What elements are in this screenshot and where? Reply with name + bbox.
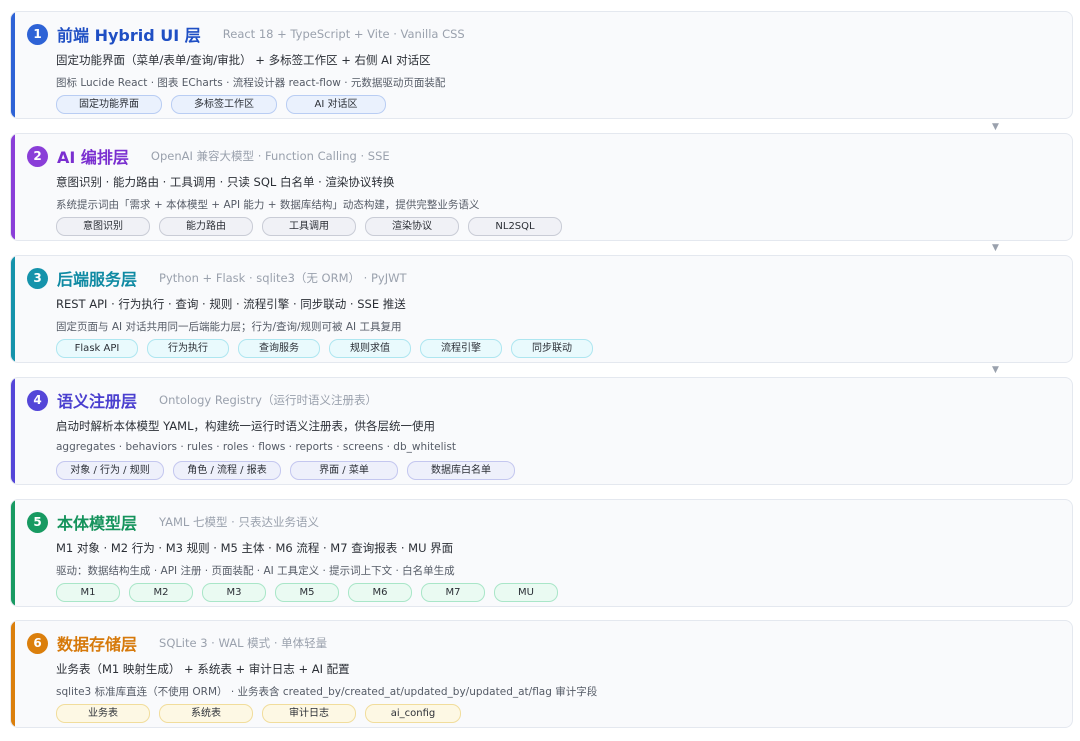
layer-number-badge: 2 [27, 145, 48, 167]
layer-title: 数据存储层 [57, 635, 138, 654]
layer-tag: 流程引擎 [420, 339, 502, 358]
layer-tag: 意图识别 [56, 217, 150, 236]
layer-title: 本体模型层 [57, 514, 138, 533]
layer-data-storage: 6 数据存储层 SQLite 3 · WAL 模式 · 单体轻量 业务表（M1 … [10, 620, 1073, 728]
layer-tag: M7 [421, 583, 485, 602]
layer-tag: 业务表 [56, 704, 150, 723]
layer-title: 前端 Hybrid UI 层 [57, 26, 201, 45]
layer-tag: 数据库白名单 [407, 461, 515, 480]
layer-tag: 固定功能界面 [56, 95, 162, 114]
layer-tag: 审计日志 [262, 704, 356, 723]
layer-tech-stack: Ontology Registry（运行时语义注册表） [159, 393, 377, 407]
layer-header: 6 数据存储层 SQLite 3 · WAL 模式 · 单体轻量 [27, 631, 327, 655]
layer-number-badge: 1 [27, 23, 48, 45]
layer-ai-orchestration: 2 AI 编排层 OpenAI 兼容大模型 · Function Calling… [10, 133, 1073, 241]
layer-details: 固定页面与 AI 对话共用同一后端能力层；行为/查询/规则可被 AI 工具复用 [56, 321, 402, 333]
layer-number-badge: 5 [27, 511, 48, 533]
layer-tag-list: M1 M2 M3 M5 M6 M7 MU [56, 583, 558, 602]
layer-tech-stack: React 18 + TypeScript + Vite · Vanilla C… [222, 27, 465, 41]
layer-ontology-model: 5 本体模型层 YAML 七模型 · 只表达业务语义 M1 对象 · M2 行为… [10, 499, 1073, 607]
layer-header: 3 后端服务层 Python + Flask · sqlite3（无 ORM） … [27, 266, 407, 290]
layer-tag: 查询服务 [238, 339, 320, 358]
layer-tag: 行为执行 [147, 339, 229, 358]
layer-tech-stack: YAML 七模型 · 只表达业务语义 [159, 515, 319, 529]
flow-arrow-icon: ▼ [992, 122, 999, 132]
layer-tag: 同步联动 [511, 339, 593, 358]
layer-details: 驱动：数据结构生成 · API 注册 · 页面装配 · AI 工具定义 · 提示… [56, 565, 455, 577]
layer-details: sqlite3 标准库直连（不使用 ORM） · 业务表含 created_by… [56, 686, 598, 698]
layer-description: M1 对象 · M2 行为 · M3 规则 · M5 主体 · M6 流程 · … [56, 541, 454, 555]
layer-tag-list: 意图识别 能力路由 工具调用 渲染协议 NL2SQL [56, 217, 562, 236]
layer-tag: 渲染协议 [365, 217, 459, 236]
layer-accent-bar [11, 621, 15, 727]
layer-tech-stack: SQLite 3 · WAL 模式 · 单体轻量 [159, 636, 328, 650]
layer-number-badge: 4 [27, 389, 48, 411]
layer-tech-stack: Python + Flask · sqlite3（无 ORM） · PyJWT [159, 271, 407, 285]
layer-number-badge: 3 [27, 267, 48, 289]
layer-tag: 系统表 [159, 704, 253, 723]
layer-accent-bar [11, 256, 15, 362]
layer-tag: 角色 / 流程 / 报表 [173, 461, 281, 480]
layer-tag: M1 [56, 583, 120, 602]
layer-description: REST API · 行为执行 · 查询 · 规则 · 流程引擎 · 同步联动 … [56, 297, 406, 311]
layer-details: 系统提示词由「需求 + 本体模型 + API 能力 + 数据库结构」动态构建，提… [56, 199, 480, 211]
layer-tag: AI 对话区 [286, 95, 386, 114]
layer-tag: MU [494, 583, 558, 602]
layer-details: 图标 Lucide React · 图表 ECharts · 流程设计器 rea… [56, 77, 446, 89]
layer-tag: M2 [129, 583, 193, 602]
layer-tag: 规则求值 [329, 339, 411, 358]
layer-tag: M5 [275, 583, 339, 602]
layer-tag-list: 对象 / 行为 / 规则 角色 / 流程 / 报表 界面 / 菜单 数据库白名单 [56, 461, 515, 480]
flow-arrow-icon: ▼ [992, 243, 999, 253]
layer-description: 业务表（M1 映射生成） + 系统表 + 审计日志 + AI 配置 [56, 662, 350, 676]
layer-accent-bar [11, 378, 15, 484]
architecture-layer-stack: 1 前端 Hybrid UI 层 React 18 + TypeScript +… [0, 0, 1080, 741]
layer-details: aggregates · behaviors · rules · roles ·… [56, 441, 457, 453]
layer-description: 意图识别 · 能力路由 · 工具调用 · 只读 SQL 白名单 · 渲染协议转换 [56, 175, 395, 189]
layer-tag: 对象 / 行为 / 规则 [56, 461, 164, 480]
layer-number-badge: 6 [27, 632, 48, 654]
layer-tag: NL2SQL [468, 217, 562, 236]
layer-accent-bar [11, 500, 15, 606]
flow-arrow-icon: ▼ [992, 365, 999, 375]
layer-frontend: 1 前端 Hybrid UI 层 React 18 + TypeScript +… [10, 11, 1073, 119]
layer-tag: ai_config [365, 704, 461, 723]
layer-tag-list: Flask API 行为执行 查询服务 规则求值 流程引擎 同步联动 [56, 339, 593, 358]
layer-header: 2 AI 编排层 OpenAI 兼容大模型 · Function Calling… [27, 144, 390, 168]
layer-accent-bar [11, 12, 15, 118]
layer-tag: 界面 / 菜单 [290, 461, 398, 480]
layer-tag: M6 [348, 583, 412, 602]
layer-tag-list: 业务表 系统表 审计日志 ai_config [56, 704, 461, 723]
layer-title: AI 编排层 [57, 148, 129, 167]
layer-description: 启动时解析本体模型 YAML，构建统一运行时语义注册表，供各层统一使用 [56, 419, 435, 433]
layer-backend-service: 3 后端服务层 Python + Flask · sqlite3（无 ORM） … [10, 255, 1073, 363]
layer-tag: 工具调用 [262, 217, 356, 236]
layer-tech-stack: OpenAI 兼容大模型 · Function Calling · SSE [150, 149, 390, 163]
layer-description: 固定功能界面（菜单/表单/查询/审批） + 多标签工作区 + 右侧 AI 对话区 [56, 53, 431, 67]
layer-title: 后端服务层 [57, 270, 138, 289]
layer-tag: 能力路由 [159, 217, 253, 236]
layer-header: 1 前端 Hybrid UI 层 React 18 + TypeScript +… [27, 22, 465, 46]
layer-header: 4 语义注册层 Ontology Registry（运行时语义注册表） [27, 388, 377, 412]
layer-semantic-registry: 4 语义注册层 Ontology Registry（运行时语义注册表） 启动时解… [10, 377, 1073, 485]
layer-tag-list: 固定功能界面 多标签工作区 AI 对话区 [56, 95, 386, 114]
layer-tag: 多标签工作区 [171, 95, 277, 114]
layer-header: 5 本体模型层 YAML 七模型 · 只表达业务语义 [27, 510, 319, 534]
layer-title: 语义注册层 [57, 392, 138, 411]
layer-tag: M3 [202, 583, 266, 602]
layer-tag: Flask API [56, 339, 138, 358]
layer-accent-bar [11, 134, 15, 240]
